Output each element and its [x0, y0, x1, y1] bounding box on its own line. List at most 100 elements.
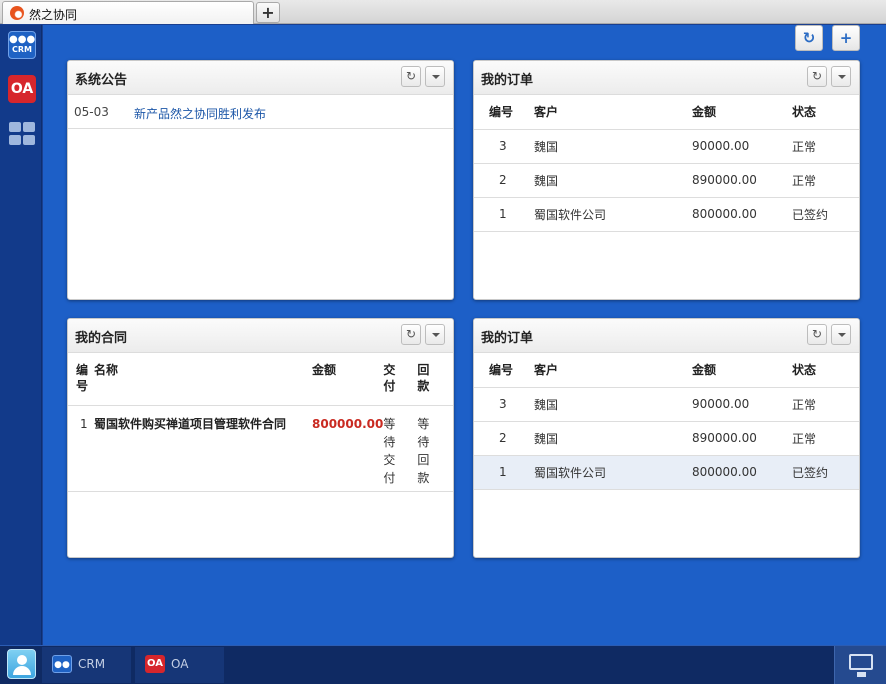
column-header: 交付	[383, 353, 418, 406]
browser-tab-strip: 然之协同 +	[0, 0, 886, 24]
panel-menu-button[interactable]	[425, 324, 445, 345]
order-id: 3	[474, 129, 534, 164]
orders-table: 编号 客户 金额 状态 3 魏国 90000.00 正常 2 魏国 890000…	[474, 95, 859, 232]
notice-date: 05-03	[74, 105, 109, 119]
table-row[interactable]: 2 魏国 890000.00 正常	[474, 163, 859, 198]
announcements-panel: 系统公告 ↻ 05-03 新产品然之协同胜利发布	[67, 60, 454, 300]
order-customer: 魏国	[534, 421, 692, 456]
refresh-icon: ↻	[811, 69, 823, 83]
taskbar-oa-button[interactable]: OA OA	[135, 647, 224, 683]
crm-icon: ●●	[52, 655, 72, 673]
column-header: 金额	[692, 353, 792, 388]
order-amount: 90000.00	[692, 387, 792, 422]
panel-title: 我的合同	[75, 331, 128, 346]
order-amount: 800000.00	[692, 455, 792, 490]
oa-icon: OA	[145, 655, 165, 673]
order-customer: 魏国	[534, 129, 692, 164]
dashboard-refresh-button[interactable]: ↻	[795, 25, 823, 51]
column-header: 状态	[792, 353, 859, 388]
refresh-icon: ↻	[405, 69, 417, 83]
table-row[interactable]: 1 蜀国软件公司 800000.00 已签约	[474, 455, 859, 490]
app-rail: ●●● CRM OA	[0, 25, 42, 645]
rail-oa-button[interactable]: OA	[8, 75, 36, 103]
panel-title: 系统公告	[75, 73, 128, 88]
table-row[interactable]: 1 蜀国软件购买禅道项目管理软件合同 800000.00 等待交付 等待回款	[68, 405, 453, 492]
panel-menu-button[interactable]	[831, 66, 851, 87]
monitor-icon	[849, 654, 873, 677]
order-id: 1	[474, 455, 534, 490]
user-start-button[interactable]	[7, 649, 36, 679]
contract-delivery: 等待交付	[383, 405, 418, 492]
taskbar-crm-label: CRM	[78, 657, 106, 671]
order-amount: 90000.00	[692, 129, 792, 164]
table-header-row: 编号 客户 金额 状态	[474, 95, 859, 130]
order-customer: 魏国	[534, 387, 692, 422]
refresh-icon: ↻	[802, 29, 816, 47]
order-customer: 蜀国软件公司	[534, 197, 692, 232]
notice-link[interactable]: 新产品然之协同胜利发布	[134, 105, 266, 122]
refresh-icon: ↻	[405, 327, 417, 341]
rail-crm-button[interactable]: ●●● CRM	[8, 31, 36, 59]
panel-menu-button[interactable]	[425, 66, 445, 87]
order-status: 正常	[792, 129, 859, 164]
panel-header: 系统公告 ↻	[68, 61, 453, 95]
refresh-icon: ↻	[811, 327, 823, 341]
table-header-row: 编号 名称 金额 交付 回款	[68, 353, 453, 406]
taskbar-oa-label: OA	[171, 657, 189, 671]
new-tab-button[interactable]: +	[256, 2, 280, 23]
column-header: 金额	[692, 95, 792, 130]
order-id: 2	[474, 421, 534, 456]
panel-header: 我的订单 ↻	[474, 61, 859, 95]
people-icon: ●●●	[9, 34, 36, 45]
column-header: 状态	[792, 95, 859, 130]
panel-header: 我的订单 ↻	[474, 319, 859, 353]
order-amount: 800000.00	[692, 197, 792, 232]
column-header: 编号	[474, 95, 534, 130]
order-status: 正常	[792, 387, 859, 422]
panel-menu-button[interactable]	[831, 324, 851, 345]
contracts-panel: 我的合同 ↻ 编号 名称 金额 交付 回款 1 蜀国软件购买禅道项目管理软件合同…	[67, 318, 454, 558]
contract-payment: 等待回款	[417, 405, 453, 492]
rail-crm-label: CRM	[12, 45, 32, 54]
order-amount: 890000.00	[692, 163, 792, 198]
panel-refresh-button[interactable]: ↻	[807, 324, 827, 345]
table-header-row: 编号 客户 金额 状态	[474, 353, 859, 388]
table-row[interactable]: 3 魏国 90000.00 正常	[474, 387, 859, 422]
order-status: 正常	[792, 163, 859, 198]
column-header: 编号	[474, 353, 534, 388]
list-item[interactable]: 05-03 新产品然之协同胜利发布	[68, 95, 453, 129]
panel-refresh-button[interactable]: ↻	[807, 66, 827, 87]
order-id: 3	[474, 387, 534, 422]
column-header: 客户	[534, 353, 692, 388]
orders-panel-top: 我的订单 ↻ 编号 客户 金额 状态 3 魏国 90000.00 正常 2 魏国…	[473, 60, 860, 300]
panel-refresh-button[interactable]: ↻	[401, 324, 421, 345]
order-id: 2	[474, 163, 534, 198]
panel-header: 我的合同 ↻	[68, 319, 453, 353]
panel-title: 我的订单	[481, 331, 534, 346]
column-header: 编号	[68, 353, 94, 406]
desktop-area: ↻ + 系统公告 ↻ 05-03 新产品然之协同胜利发布 我的订单 ↻ 编号 客…	[43, 25, 886, 645]
table-row[interactable]: 1 蜀国软件公司 800000.00 已签约	[474, 197, 859, 232]
panel-refresh-button[interactable]: ↻	[401, 66, 421, 87]
table-row[interactable]: 3 魏国 90000.00 正常	[474, 129, 859, 164]
column-header: 金额	[312, 353, 384, 406]
orders-panel-bottom: 我的订单 ↻ 编号 客户 金额 状态 3 魏国 90000.00 正常 2 魏国…	[473, 318, 860, 558]
order-status: 已签约	[792, 455, 859, 490]
order-amount: 890000.00	[692, 421, 792, 456]
contracts-table: 编号 名称 金额 交付 回款 1 蜀国软件购买禅道项目管理软件合同 800000…	[68, 353, 453, 492]
browser-tab[interactable]: 然之协同	[2, 1, 254, 24]
order-id: 1	[474, 197, 534, 232]
taskbar-crm-button[interactable]: ●● CRM	[42, 647, 131, 683]
orders-table: 编号 客户 金额 状态 3 魏国 90000.00 正常 2 魏国 890000…	[474, 353, 859, 490]
contract-name: 蜀国软件购买禅道项目管理软件合同	[94, 405, 312, 492]
taskbar: ●● CRM OA OA	[0, 645, 886, 684]
ranzhi-logo-icon	[10, 6, 24, 20]
order-status: 正常	[792, 421, 859, 456]
show-desktop-button[interactable]	[834, 646, 886, 684]
table-row[interactable]: 2 魏国 890000.00 正常	[474, 421, 859, 456]
panel-title: 我的订单	[481, 73, 534, 88]
order-customer: 魏国	[534, 163, 692, 198]
all-apps-grid-icon[interactable]	[8, 120, 36, 148]
add-block-button[interactable]: +	[832, 25, 860, 51]
contract-id: 1	[68, 405, 94, 492]
